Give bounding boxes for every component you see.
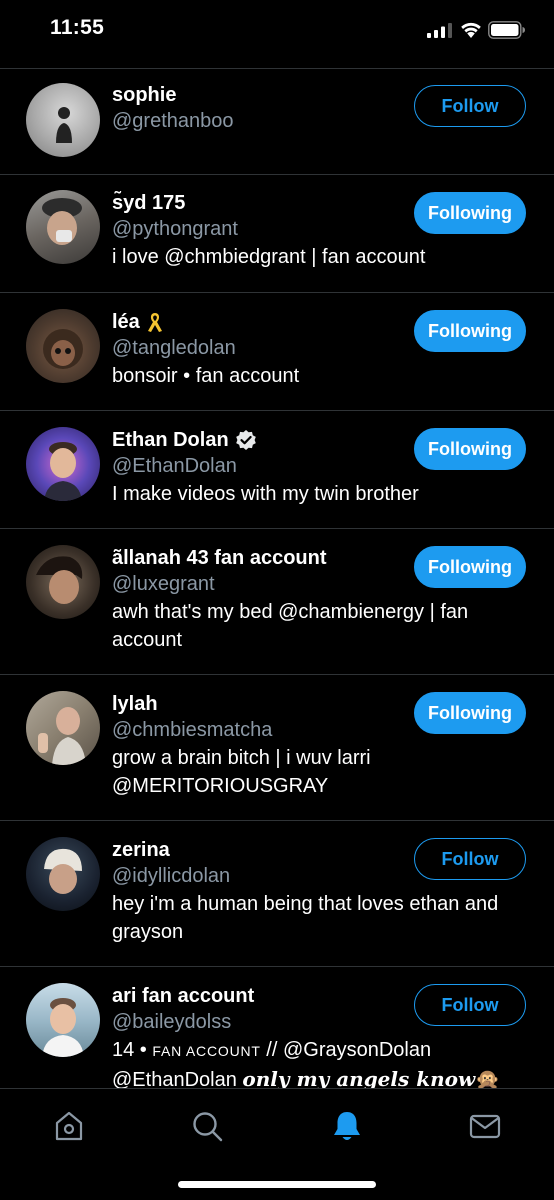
bio: hey i'm a human being that loves ethan a… (112, 893, 499, 943)
account-row[interactable]: lylah @chmbiesmatcha grow a brain bitch … (0, 675, 554, 821)
avatar-photo-icon (38, 707, 86, 765)
following-button[interactable]: Following (414, 192, 526, 234)
account-row[interactable]: ari fan account @baileydolss 14 • FAN AC… (0, 967, 554, 1088)
bio-text: 14 • (112, 1039, 153, 1061)
home-indicator[interactable] (178, 1181, 376, 1188)
avatar-photo-icon (44, 848, 82, 894)
bio: i love @chmbiedgrant | fan account (112, 246, 426, 268)
bio: 14 • FAN ACCOUNT // @GraysonDolan @Ethan… (112, 1036, 526, 1088)
account-row[interactable]: léa @tangledolan bonsoir • fan account F… (0, 293, 554, 411)
search-icon[interactable] (190, 1109, 224, 1143)
bio: awh that's my bed @chambienergy | fan ac… (112, 601, 469, 651)
account-row[interactable]: s̃yd 175 @pythongrant i love @chmbiedgra… (0, 175, 554, 293)
avatar-silhouette-icon (56, 107, 72, 143)
avatar-photo-icon (42, 198, 82, 245)
status-bar: 11:55 (0, 0, 554, 62)
cellular-signal-icon (427, 23, 452, 38)
notifications-icon[interactable] (330, 1109, 364, 1143)
display-name-text: ãllanah 43 fan account (112, 547, 327, 569)
bio: grow a brain bitch | i wuv larri @MERITO… (112, 747, 371, 797)
avatar[interactable] (26, 837, 100, 911)
follow-button[interactable]: Follow (414, 85, 526, 127)
avatar[interactable] (26, 983, 100, 1057)
wifi-icon (461, 22, 481, 38)
home-icon[interactable] (52, 1109, 86, 1143)
display-name-text: ari fan account (112, 985, 255, 1007)
avatar-photo-icon (36, 556, 83, 604)
account-row[interactable]: ãllanah 43 fan account @luxegrant awh t… (0, 529, 554, 675)
monkey-emoji: 🙊 (475, 1069, 501, 1088)
following-button[interactable]: Following (414, 428, 526, 470)
following-button[interactable]: Following (414, 546, 526, 588)
follow-button[interactable]: Follow (414, 984, 526, 1026)
yellow-ribbon-icon (147, 313, 162, 332)
avatar-photo-icon (42, 998, 84, 1057)
bio-smallcaps-text: FAN ACCOUNT (152, 1043, 261, 1059)
avatar[interactable] (26, 309, 100, 383)
display-name-text: léa (112, 311, 140, 333)
avatar[interactable] (26, 83, 100, 157)
following-button[interactable]: Following (414, 692, 526, 734)
avatar-photo-icon (44, 442, 82, 501)
display-name-text: zerina (112, 839, 170, 861)
account-row[interactable]: zerina @idyllicdolan hey i'm a human bei… (0, 821, 554, 967)
screen: 11:55 sophie @grethanboo Follow s̃yd 175… (0, 0, 554, 1200)
display-name-text: s̃yd 175 (112, 192, 186, 214)
display-name-text: lylah (112, 693, 158, 715)
account-row[interactable]: Ethan Dolan @EthanDolan I make videos wi… (0, 411, 554, 529)
bio: I make videos with my twin brother (112, 483, 419, 505)
bio-gothic-text: only my angels know (242, 1067, 476, 1088)
account-list[interactable]: sophie @grethanboo Follow s̃yd 175 @pyth… (0, 69, 554, 1088)
verified-badge-icon (235, 430, 256, 450)
display-name-text: sophie (112, 84, 177, 106)
battery-icon (488, 21, 525, 39)
bio-mention[interactable]: @EthanDolan (112, 1069, 242, 1088)
avatar[interactable] (26, 691, 100, 765)
avatar[interactable] (26, 190, 100, 264)
display-name-text: Ethan Dolan (112, 429, 229, 451)
following-button[interactable]: Following (414, 310, 526, 352)
avatar[interactable] (26, 427, 100, 501)
bio-mention[interactable]: // @GraysonDolan (261, 1039, 431, 1061)
avatar-photo-icon (43, 329, 83, 369)
bio: bonsoir • fan account (112, 365, 300, 387)
messages-icon[interactable] (468, 1109, 502, 1143)
account-row[interactable]: sophie @grethanboo Follow (0, 69, 554, 175)
status-time: 11:55 (50, 16, 105, 39)
follow-button[interactable]: Follow (414, 838, 526, 880)
avatar[interactable] (26, 545, 100, 619)
